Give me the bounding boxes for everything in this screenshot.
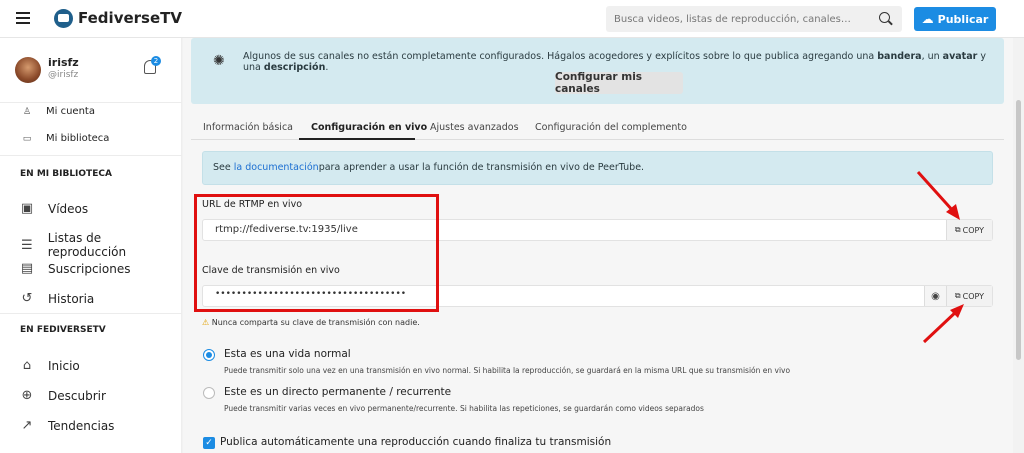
sidebar-item-discover[interactable]: ⊕ Descubrir	[20, 388, 106, 403]
globe-icon: ⊕	[21, 388, 33, 403]
user-icon: ♙	[22, 106, 32, 117]
trending-icon: ↗	[21, 418, 33, 433]
radio-normal-live-desc: Puede transmitir solo una vez en una tra…	[224, 366, 791, 375]
top-header: FediverseTV ☁ Publicar	[0, 0, 1024, 38]
sidebar-item-label: Listas de reproducción	[47, 231, 127, 259]
sidebar-item-label: Tendencias	[48, 418, 115, 433]
video-icon: ▣	[20, 201, 34, 216]
sidebar-item-my-account[interactable]: ♙ Mi cuenta	[22, 106, 95, 117]
auto-publish-checkbox[interactable]: ✓	[203, 437, 215, 449]
scrollbar[interactable]	[1016, 100, 1021, 360]
tabs: Información básica Configuración en vivo…	[191, 118, 1004, 140]
list-icon: ☰	[21, 237, 33, 253]
logo-text[interactable]: FediverseTV	[78, 9, 182, 27]
sidebar-item-label: Vídeos	[48, 201, 89, 216]
sidebar-item-videos[interactable]: ▣ Vídeos	[20, 201, 88, 216]
sidebar-item-playlists[interactable]: ☰ Listas de reproducción	[20, 231, 181, 259]
tab-advanced-settings[interactable]: Ajustes avanzados	[430, 122, 519, 133]
tab-basic-info[interactable]: Información básica	[203, 122, 293, 133]
publish-label: Publicar	[937, 12, 989, 26]
copy-label: COPY	[962, 225, 985, 235]
tv-icon: ▭	[22, 133, 32, 144]
documentation-link[interactable]: la documentación	[234, 162, 319, 173]
copy-icon: ⧉	[954, 225, 961, 234]
annotation-arrow-bottom	[922, 304, 964, 344]
lightbulb-icon: ✺	[213, 53, 225, 69]
auto-publish-label[interactable]: Publica automáticamente una reproducción…	[220, 436, 611, 448]
sidebar-item-label: Mi cuenta	[46, 106, 95, 117]
sidebar-item-subscriptions[interactable]: ▤ Suscripciones	[20, 261, 131, 276]
user-name[interactable]: irisfz	[48, 56, 79, 69]
sidebar-item-label: Mi biblioteca	[46, 133, 110, 144]
upload-cloud-icon: ☁	[921, 12, 934, 26]
description-link: descripción	[263, 62, 326, 73]
search-icon[interactable]	[879, 12, 890, 23]
radio-permanent-live-label[interactable]: Este es un directo permanente / recurren…	[224, 386, 451, 398]
channel-setup-banner: ✺ Algunos de sus canales no están comple…	[191, 38, 1004, 104]
sidebar-item-label: Historia	[48, 291, 95, 306]
search-bar	[606, 6, 902, 32]
home-icon: ⌂	[22, 358, 32, 373]
annotation-highlight-box	[194, 194, 439, 312]
section-title-instance: EN FEDIVERSETV	[20, 325, 106, 335]
warning-icon: ⚠	[202, 318, 210, 327]
sidebar-item-label: Inicio	[48, 358, 80, 373]
divider	[0, 313, 182, 314]
publish-button[interactable]: ☁ Publicar	[914, 7, 996, 31]
divider	[0, 102, 182, 103]
divider	[0, 155, 182, 156]
sidebar-item-label: Descubrir	[48, 388, 106, 403]
sidebar-item-home[interactable]: ⌂ Inicio	[20, 358, 80, 373]
sidebar-item-history[interactable]: ↺ Historia	[20, 291, 95, 306]
avatar-link: avatar	[942, 51, 978, 62]
sidebar-item-trending[interactable]: ↗ Tendencias	[20, 418, 115, 433]
copy-rtmp-button[interactable]: ⧉ COPY	[946, 220, 992, 240]
active-tab-indicator	[299, 138, 415, 140]
history-icon: ↺	[21, 291, 33, 306]
sidebar-item-label: Suscripciones	[48, 261, 131, 276]
documentation-info: See la documentaciónpara aprender a usar…	[202, 151, 993, 185]
radio-permanent-live-desc: Puede transmitir varias veces en vivo pe…	[224, 404, 704, 413]
section-title-library: EN MI BIBLIOTECA	[20, 169, 112, 179]
notification-badge: 2	[151, 56, 161, 66]
radio-permanent-live[interactable]	[203, 387, 215, 399]
subscriptions-icon: ▤	[20, 261, 34, 276]
radio-normal-live-label[interactable]: Esta es una vida normal	[224, 348, 351, 360]
radio-normal-live[interactable]	[203, 349, 215, 361]
sidebar: irisfz @irisfz 2 ♙ Mi cuenta ▭ Mi biblio…	[0, 38, 182, 453]
annotation-arrow-top	[916, 170, 960, 220]
flag-link: bandera	[877, 51, 922, 62]
user-handle: @irisfz	[48, 70, 79, 80]
tab-plugin-settings[interactable]: Configuración del complemento	[535, 122, 687, 133]
menu-icon[interactable]	[16, 12, 30, 24]
stream-key-warning: ⚠ Nunca comparta su clave de transmisión…	[202, 318, 420, 327]
search-input[interactable]	[614, 6, 864, 32]
banner-text: Algunos de sus canales no están completa…	[243, 51, 986, 73]
tab-live-settings[interactable]: Configuración en vivo	[311, 122, 427, 133]
configure-channels-button[interactable]: Configurar mis canales	[555, 71, 683, 95]
logo-icon[interactable]	[54, 9, 73, 28]
sidebar-item-my-library[interactable]: ▭ Mi biblioteca	[22, 133, 110, 144]
avatar[interactable]	[15, 57, 41, 83]
